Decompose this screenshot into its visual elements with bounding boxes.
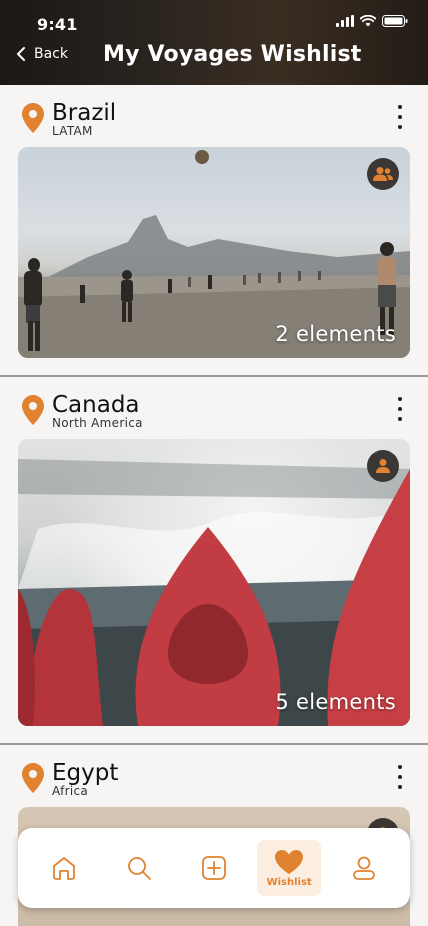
back-button[interactable]: Back (16, 46, 68, 62)
shared-badge[interactable] (367, 158, 399, 190)
back-label: Back (34, 46, 68, 62)
wishlist-feed[interactable]: Brazil LATAM 2 elements Canada North Ame… (0, 85, 428, 926)
dot (398, 125, 402, 129)
location-pin-icon (22, 395, 44, 425)
more-options-button[interactable] (392, 765, 408, 789)
dot (398, 785, 402, 789)
dot (398, 765, 402, 769)
group-icon (373, 167, 393, 181)
bottom-navigation: Wishlist (18, 828, 410, 908)
status-icons (336, 15, 408, 27)
status-bar: 9:41 (0, 0, 428, 44)
search-icon (127, 857, 151, 880)
wishlist-region: Africa (52, 784, 89, 798)
nav-add[interactable] (182, 840, 246, 896)
location-header: Egypt Africa (22, 761, 118, 798)
heart-icon (275, 849, 304, 874)
page-title: My Voyages Wishlist (103, 42, 362, 67)
location-header: Brazil LATAM (22, 101, 116, 138)
waterfall-scene-illustration (18, 459, 410, 726)
wishlist-item[interactable]: Canada North America 5 elements (0, 377, 428, 743)
status-time: 9:41 (37, 15, 78, 34)
wishlist-count: 2 elements (275, 322, 396, 346)
dot (398, 417, 402, 421)
wishlist-name: Brazil (52, 100, 117, 126)
nav-home[interactable] (32, 840, 96, 896)
nav-profile[interactable] (332, 840, 396, 896)
wishlist-name: Canada (52, 392, 140, 418)
signal-icon (336, 15, 354, 27)
dot (398, 115, 402, 119)
battery-icon (382, 15, 408, 27)
chevron-left-icon (17, 47, 25, 61)
wishlist-cover-image[interactable]: 2 elements (18, 147, 410, 358)
wishlist-name: Egypt (52, 760, 119, 786)
more-options-button[interactable] (392, 105, 408, 129)
dot (398, 407, 402, 411)
location-pin-icon (22, 763, 44, 793)
owner-badge[interactable] (367, 450, 399, 482)
more-options-button[interactable] (392, 397, 408, 421)
app-header: 9:41 Back My Voyages Wishlist (0, 0, 428, 85)
dot (398, 775, 402, 779)
location-pin-icon (22, 103, 44, 133)
dot (398, 397, 402, 401)
person-icon (376, 459, 390, 473)
wishlist-region: LATAM (52, 124, 93, 138)
nav-wishlist-label: Wishlist (266, 876, 312, 888)
nav-wishlist[interactable]: Wishlist (257, 840, 322, 896)
wishlist-item[interactable]: Brazil LATAM 2 elements (0, 85, 428, 375)
nav-search[interactable] (107, 840, 171, 896)
wishlist-cover-image[interactable]: 5 elements (18, 439, 410, 726)
wishlist-count: 5 elements (275, 690, 396, 714)
home-icon (52, 857, 75, 880)
wifi-icon (360, 15, 376, 27)
dot (398, 105, 402, 109)
profile-icon (353, 856, 376, 880)
add-icon (202, 856, 226, 880)
wishlist-region: North America (52, 416, 143, 430)
location-header: Canada North America (22, 393, 143, 430)
